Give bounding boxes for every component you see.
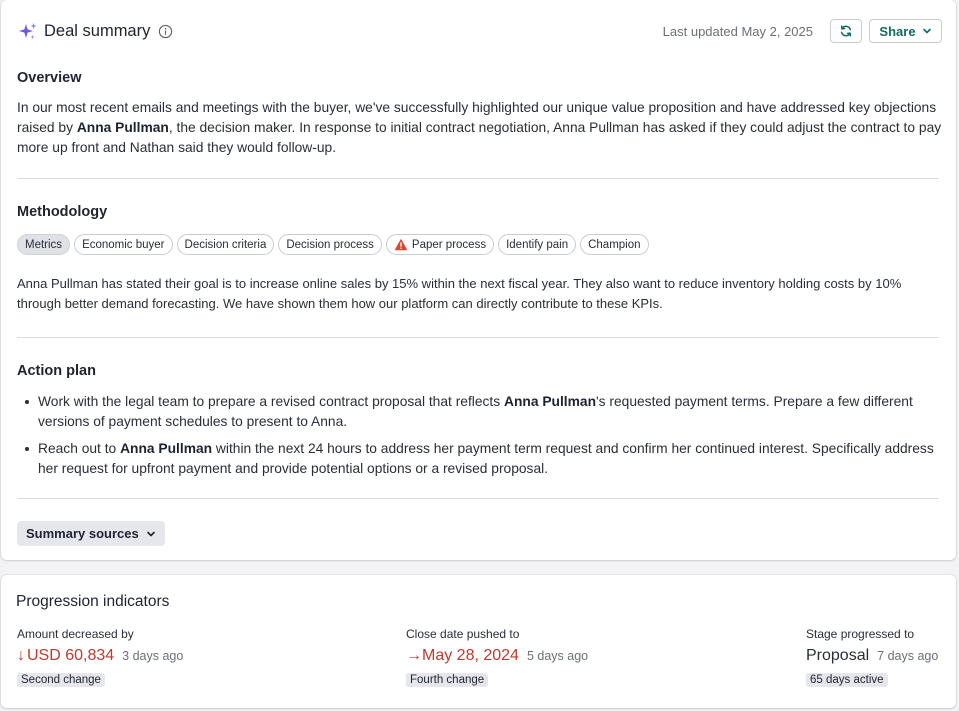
share-button[interactable]: Share [869,19,942,43]
deal-summary-header: Deal summary Last updated May 2, 2025 Sh… [1,0,956,60]
methodology-text: Anna Pullman has stated their goal is to… [17,276,902,311]
indicator-time: 5 days ago [526,649,589,663]
contact-name: Anna Pullman [76,120,169,135]
indicator-stage: Stage progressed to Proposal 7 days ago … [806,627,938,688]
chevron-down-icon [146,531,155,536]
progression-title: Progression indicators [16,593,170,610]
right-arrow-icon: → [406,647,422,664]
warning-icon [394,238,408,251]
down-arrow-icon: ↓ [17,647,25,664]
info-icon[interactable] [158,24,173,39]
action-plan-list: Work with the legal team to prepare a re… [22,392,942,486]
chip-economic-buyer[interactable]: Economic buyer [74,234,173,255]
chip-champion[interactable]: Champion [580,234,649,255]
overview-title: Overview [17,70,82,86]
status-badge: Fourth change [406,673,489,687]
indicator-close-date: Close date pushed to → May 28, 2024 5 da… [406,627,588,688]
divider [17,498,939,499]
list-item: Reach out to Anna Pullman within the nex… [22,439,942,479]
sparkle-icon [19,23,37,39]
progression-indicators-card: Progression indicators Amount decreased … [1,575,956,708]
share-label: Share [879,23,916,39]
page-title: Deal summary [44,22,151,40]
chip-identify-pain[interactable]: Identify pain [498,234,577,255]
chevron-down-icon [922,28,931,34]
indicator-label: Amount decreased by [17,627,134,641]
status-badge: Second change [17,673,105,687]
summary-sources-label: Summary sources [26,526,139,541]
chip-metrics[interactable]: Metrics [17,234,71,255]
indicator-label: Stage progressed to [806,627,915,641]
chip-decision-process[interactable]: Decision process [278,234,382,255]
indicator-value: USD 60,834 [27,647,115,664]
indicator-amount: Amount decreased by ↓ USD 60,834 3 days … [17,627,183,688]
methodology-title: Methodology [17,204,108,220]
indicator-time: 7 days ago [877,649,939,663]
overview-text: In our most recent emails and meetings w… [17,100,942,155]
divider [17,178,939,179]
summary-sources-button[interactable]: Summary sources [17,521,165,546]
status-badge: 65 days active [806,673,888,687]
deal-summary-card: Deal summary Last updated May 2, 2025 Sh… [1,0,956,560]
indicator-value: Proposal [806,647,870,664]
last-updated-text: Last updated May 2, 2025 [662,24,813,39]
indicator-time: 3 days ago [122,649,184,663]
indicator-label: Close date pushed to [406,627,520,641]
indicator-value: May 28, 2024 [422,647,519,664]
refresh-button[interactable] [830,19,862,43]
action-plan-title: Action plan [17,363,96,379]
divider [17,337,939,338]
methodology-chips: Metrics Economic buyer Decision criteria… [17,234,649,255]
list-item: Work with the legal team to prepare a re… [22,392,942,432]
refresh-icon [840,25,852,37]
chip-decision-criteria[interactable]: Decision criteria [176,234,275,255]
chip-paper-process[interactable]: Paper process [385,234,495,255]
